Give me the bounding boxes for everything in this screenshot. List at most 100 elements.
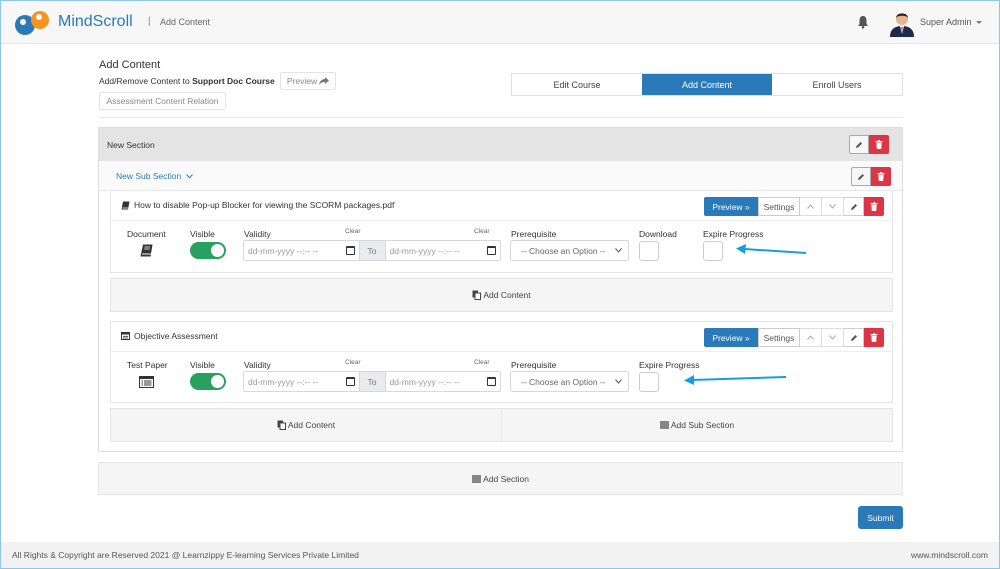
divider <box>111 351 892 352</box>
subtitle-prefix: Add/Remove Content to <box>99 76 193 86</box>
visible-toggle[interactable] <box>190 242 226 259</box>
annotation-arrow <box>736 244 807 254</box>
move-up-button[interactable] <box>800 328 822 347</box>
prerequisite-select[interactable]: -- Choose an Option -- <box>510 371 629 392</box>
expire-progress-label: Expire Progress <box>703 229 764 239</box>
clear-to-link[interactable]: Clear <box>474 228 490 235</box>
item-title-text: Objective Assessment <box>134 331 218 341</box>
edit-sub-section-button[interactable] <box>851 167 871 186</box>
to-placeholder: dd-mm-yyyy --:-- -- <box>389 376 460 387</box>
add-content-button[interactable]: Add Content <box>110 408 502 442</box>
prerequisite-label: Prerequisite <box>511 229 557 239</box>
move-down-button[interactable] <box>822 328 844 347</box>
validity-to-input[interactable]: dd-mm-yyyy --:-- -- <box>386 372 501 391</box>
type-label: Document <box>127 229 166 239</box>
clear-to-link[interactable]: Clear <box>474 359 490 366</box>
move-down-button[interactable] <box>822 197 844 216</box>
calendar-icon[interactable] <box>487 246 496 255</box>
download-checkbox[interactable] <box>639 241 659 261</box>
add-sub-section-label: Add Sub Section <box>670 420 735 430</box>
top-navbar: MindScroll | Add Content Super Admin <box>1 1 999 44</box>
section-panel: New Section New Sub Section How to disab… <box>98 127 903 452</box>
to-label: To <box>358 241 386 260</box>
sub-section-title: New Sub Section <box>116 171 182 181</box>
add-section-button[interactable]: Add Section <box>98 462 903 495</box>
pencil-icon <box>850 203 857 210</box>
trash-icon <box>870 333 878 342</box>
visible-toggle[interactable] <box>190 373 226 390</box>
tab-add-content[interactable]: Add Content <box>642 74 772 95</box>
expire-progress-checkbox[interactable] <box>639 372 659 392</box>
tab-edit-course[interactable]: Edit Course <box>512 74 642 95</box>
content-item-document: How to disable Pop-up Blocker for viewin… <box>110 191 893 273</box>
divider <box>111 220 892 221</box>
type-label: Test Paper <box>127 360 168 370</box>
section-title: New Section <box>107 140 155 150</box>
content-item-title: Objective Assessment <box>121 331 218 341</box>
validity-from-input[interactable]: dd-mm-yyyy --:-- -- <box>244 241 359 260</box>
visible-label: Visible <box>190 360 215 370</box>
calendar-icon[interactable] <box>345 246 355 255</box>
page-subtitle: Add/Remove Content to Support Doc Course <box>99 76 275 86</box>
delete-section-button[interactable] <box>869 135 889 154</box>
bell-icon[interactable] <box>857 15 869 29</box>
list-alt-icon <box>139 376 154 388</box>
tab-enroll-users[interactable]: Enroll Users <box>772 74 902 95</box>
validity-label: Validity <box>244 229 271 239</box>
sub-section-toggle[interactable]: New Sub Section <box>116 171 193 181</box>
visible-label: Visible <box>190 229 215 239</box>
user-menu[interactable]: Super Admin <box>920 17 982 27</box>
copy-icon <box>277 420 286 430</box>
clear-from-link[interactable]: Clear <box>345 228 361 235</box>
chevron-up-icon <box>807 335 814 340</box>
delete-item-button[interactable] <box>864 197 884 216</box>
move-up-button[interactable] <box>800 197 822 216</box>
expire-progress-checkbox[interactable] <box>703 241 723 261</box>
edit-item-button[interactable] <box>844 328 864 347</box>
page-title: Add Content <box>99 59 161 71</box>
assessment-content-relation-button[interactable]: Assessment Content Relation <box>99 92 226 110</box>
item-settings-button[interactable]: Settings <box>758 197 800 216</box>
item-preview-button[interactable]: Preview » <box>704 328 758 347</box>
prerequisite-select[interactable]: -- Choose an Option -- <box>510 240 629 261</box>
download-label: Download <box>639 229 677 239</box>
avatar[interactable] <box>889 9 915 37</box>
chevron-down-icon <box>829 204 836 209</box>
submit-button[interactable]: Submit <box>858 506 903 529</box>
calendar-icon[interactable] <box>345 377 355 386</box>
chevron-down-icon <box>615 248 622 253</box>
edit-item-button[interactable] <box>844 197 864 216</box>
copyright-text: All Rights & Copyright are Reserved 2021… <box>12 550 359 560</box>
preview-label: Preview <box>286 76 318 86</box>
item-preview-button[interactable]: Preview » <box>704 197 758 216</box>
add-content-button[interactable]: Add Content <box>110 278 893 312</box>
website-link[interactable]: www.mindscroll.com <box>911 550 988 560</box>
item-toolbar: Preview » Settings <box>704 328 884 347</box>
course-preview-button[interactable]: Preview <box>280 72 336 90</box>
prerequisite-value: -- Choose an Option -- <box>521 376 606 387</box>
mindscroll-logo-icon[interactable] <box>14 10 54 36</box>
edit-section-button[interactable] <box>849 135 869 154</box>
prerequisite-label: Prerequisite <box>511 360 557 370</box>
validity-to-input[interactable]: dd-mm-yyyy --:-- -- <box>386 241 501 260</box>
chevron-up-icon <box>807 204 814 209</box>
delete-sub-section-button[interactable] <box>871 167 891 186</box>
pencil-icon <box>858 173 864 180</box>
brand-name[interactable]: MindScroll <box>58 13 133 31</box>
delete-item-button[interactable] <box>864 328 884 347</box>
item-settings-button[interactable]: Settings <box>758 328 800 347</box>
calendar-icon[interactable] <box>487 377 496 386</box>
footer: All Rights & Copyright are Reserved 2021… <box>1 542 999 568</box>
add-sub-section-button[interactable]: Add Sub Section <box>501 408 893 442</box>
chevron-down-icon <box>615 379 622 384</box>
book-icon <box>121 201 130 209</box>
clear-from-link[interactable]: Clear <box>345 359 361 366</box>
book-icon <box>140 244 153 257</box>
sub-section-header: New Sub Section <box>99 161 902 191</box>
validity-from-input[interactable]: dd-mm-yyyy --:-- -- <box>244 372 359 391</box>
expire-progress-label: Expire Progress <box>639 360 700 370</box>
chevron-down-icon <box>829 335 836 340</box>
list-icon <box>472 474 482 483</box>
to-placeholder: dd-mm-yyyy --:-- -- <box>389 245 460 256</box>
validity-range: dd-mm-yyyy --:-- -- To dd-mm-yyyy --:-- … <box>243 371 501 392</box>
